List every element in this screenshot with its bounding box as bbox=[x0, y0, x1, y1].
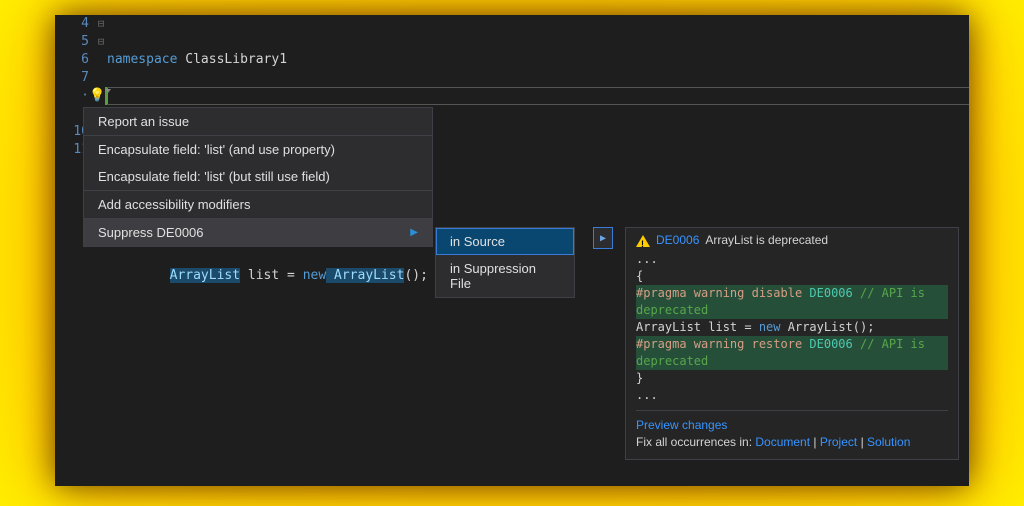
editor-frame: 4 5 6 7 · 10 11 ⊟⊟ namespace ClassLibrar… bbox=[55, 15, 969, 486]
fix-solution-link[interactable]: Solution bbox=[867, 435, 910, 449]
keyword: namespace bbox=[107, 52, 177, 67]
keyword: new bbox=[303, 268, 326, 283]
fix-project-link[interactable]: Project bbox=[820, 435, 857, 449]
code-body-line: ArrayList list = new ArrayList(); bbox=[636, 319, 948, 336]
submenu-item-in-file[interactable]: in Suppression File bbox=[436, 255, 574, 297]
code-ellipsis: ... bbox=[636, 387, 948, 404]
code-text: (); bbox=[404, 268, 427, 283]
line-number: 6 bbox=[55, 51, 89, 69]
lightbulb-icon[interactable] bbox=[89, 87, 105, 103]
quick-actions-menu: Report an issue Encapsulate field: 'list… bbox=[83, 107, 433, 247]
lightbulb-dropdown-icon[interactable] bbox=[105, 89, 111, 93]
code-brace: { bbox=[636, 268, 948, 285]
fix-all-row: Fix all occurrences in: Document | Proje… bbox=[636, 434, 948, 451]
submenu-arrow-icon: ▶ bbox=[410, 227, 418, 238]
fix-document-link[interactable]: Document bbox=[755, 435, 810, 449]
preview-expand-button[interactable]: ▶ bbox=[593, 227, 613, 249]
type-ref: ArrayList bbox=[326, 268, 404, 283]
menu-item-report-issue[interactable]: Report an issue bbox=[84, 108, 432, 135]
preview-header: DE0006 ArrayList is deprecated bbox=[636, 232, 948, 249]
code-brace: } bbox=[636, 370, 948, 387]
line-number: 5 bbox=[55, 33, 89, 51]
suppress-submenu: in Source in Suppression File bbox=[435, 227, 575, 298]
menu-item-accessibility[interactable]: Add accessibility modifiers bbox=[84, 190, 432, 218]
code-ellipsis: ... bbox=[636, 251, 948, 268]
warning-icon bbox=[636, 235, 650, 247]
menu-item-suppress[interactable]: Suppress DE0006 ▶ bbox=[84, 218, 432, 246]
outline-column: ⊟⊟ bbox=[97, 15, 105, 51]
preview-changes-link[interactable]: Preview changes bbox=[636, 417, 948, 434]
pragma-restore-line: #pragma warning restore DE0006 // API is… bbox=[636, 336, 948, 370]
identifier: ClassLibrary1 bbox=[177, 52, 287, 67]
pragma-disable-line: #pragma warning disable DE0006 // API is… bbox=[636, 285, 948, 319]
code-text: list = bbox=[240, 268, 303, 283]
line-number: 4 bbox=[55, 15, 89, 33]
diagnostic-code[interactable]: DE0006 bbox=[656, 232, 699, 249]
submenu-item-in-source[interactable]: in Source bbox=[436, 228, 574, 255]
menu-item-encapsulate-field[interactable]: Encapsulate field: 'list' (but still use… bbox=[84, 163, 432, 190]
line-gutter: 4 5 6 7 · 10 11 bbox=[55, 15, 95, 486]
line-number: · bbox=[55, 87, 89, 105]
diagnostic-message: ArrayList is deprecated bbox=[705, 232, 828, 249]
preview-footer: Preview changes Fix all occurrences in: … bbox=[636, 410, 948, 451]
line-number: 7 bbox=[55, 69, 89, 87]
fix-preview-panel: DE0006 ArrayList is deprecated ... { #pr… bbox=[625, 227, 959, 460]
fix-all-label: Fix all occurrences in: bbox=[636, 435, 755, 449]
menu-item-encapsulate-property[interactable]: Encapsulate field: 'list' (and use prope… bbox=[84, 135, 432, 163]
type-ref: ArrayList bbox=[170, 268, 240, 283]
